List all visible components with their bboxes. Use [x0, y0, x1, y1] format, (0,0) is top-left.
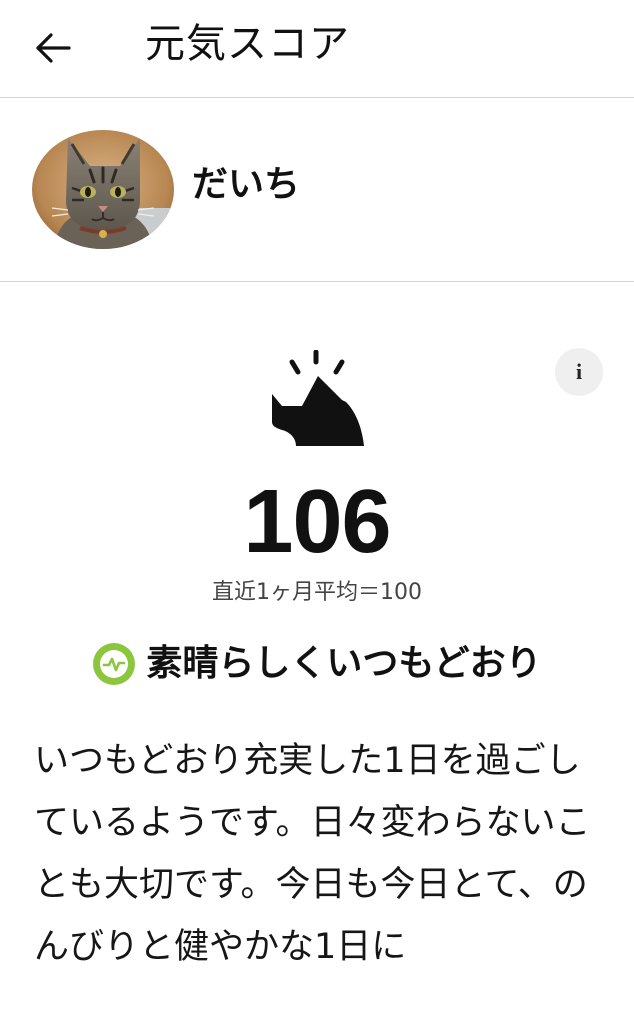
page-title: 元気スコア	[145, 21, 350, 67]
status-message: いつもどおり充実した1日を過ごしているようです。日々変わらないことも大切です。今…	[34, 741, 591, 967]
back-button[interactable]	[28, 22, 80, 74]
avatar[interactable]	[32, 130, 174, 249]
app-header: 元気スコア	[0, 0, 634, 98]
info-icon: i	[575, 359, 583, 384]
status-label: 素晴らしくいつもどおり	[146, 643, 542, 684]
cat-sunrise-icon	[272, 350, 364, 446]
pet-name: だいち	[192, 164, 301, 205]
score-value: 106	[243, 472, 391, 572]
pulse-icon	[93, 643, 136, 685]
pet-profile: だいち	[0, 98, 634, 282]
status-row: 素晴らしくいつもどおり	[0, 634, 634, 694]
arrow-left-icon	[36, 33, 71, 63]
cat-photo	[32, 130, 174, 249]
score-average: 直近1ヶ月平均＝100	[212, 580, 422, 605]
info-button[interactable]: i	[555, 348, 603, 396]
